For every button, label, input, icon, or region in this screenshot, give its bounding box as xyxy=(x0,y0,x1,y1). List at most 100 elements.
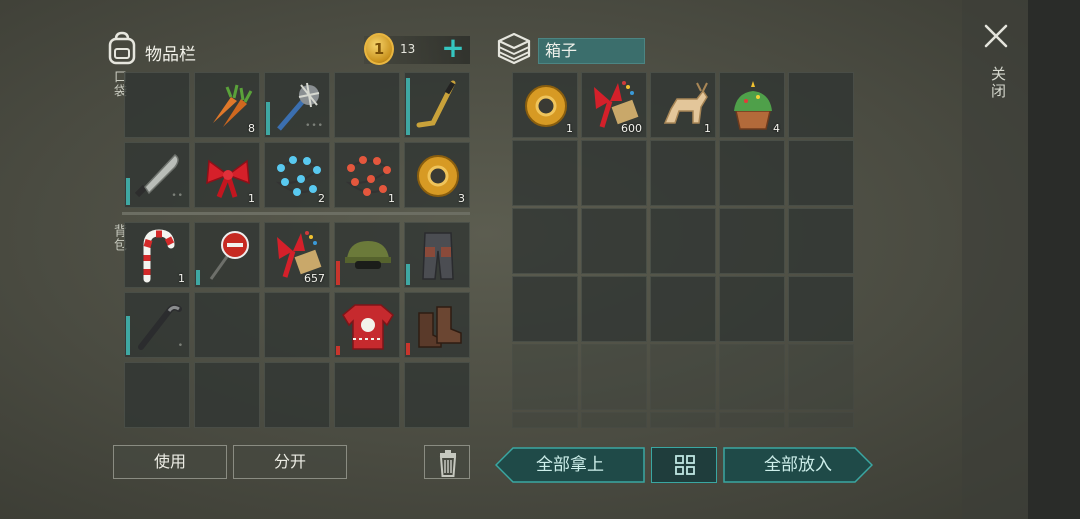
empty-slot[interactable] xyxy=(719,276,785,342)
empty-slot[interactable] xyxy=(512,208,578,274)
durability-bar xyxy=(336,261,340,285)
boots-icon xyxy=(418,306,462,348)
empty-slot[interactable] xyxy=(581,344,647,410)
slot-quantity: 1 xyxy=(178,272,185,285)
empty-slot[interactable] xyxy=(719,412,785,428)
empty-slot[interactable] xyxy=(788,208,854,274)
split-button[interactable]: 分开 xyxy=(233,445,347,479)
empty-slot[interactable] xyxy=(334,362,400,428)
slot-quantity: 657 xyxy=(304,272,325,285)
empty-slot[interactable] xyxy=(788,276,854,342)
slot-machete[interactable]: •• xyxy=(124,142,190,208)
empty-slot[interactable] xyxy=(788,412,854,428)
screen-edge xyxy=(1028,0,1080,519)
durability-bar xyxy=(126,178,130,205)
empty-slot[interactable] xyxy=(194,362,260,428)
empty-slot[interactable] xyxy=(512,412,578,428)
durability-bar xyxy=(406,343,410,355)
empty-slot[interactable] xyxy=(581,208,647,274)
slot-indicator-dots: • xyxy=(177,341,184,351)
red-bow-icon xyxy=(206,159,250,198)
slot-stop-sign[interactable] xyxy=(194,222,260,288)
storage-box-icon xyxy=(497,32,531,65)
slot-quantity: 1 xyxy=(248,192,255,205)
empty-slot[interactable] xyxy=(581,140,647,206)
slot-quantity: 600 xyxy=(621,122,642,135)
slot-christmas-sweater[interactable] xyxy=(334,292,400,358)
empty-slot[interactable] xyxy=(124,362,190,428)
empty-slot[interactable] xyxy=(264,292,330,358)
slot-quantity: 3 xyxy=(458,192,465,205)
slot-hockey-stick[interactable] xyxy=(404,72,470,138)
slot-blue-lights[interactable]: 2 xyxy=(264,142,330,208)
take-all-label: 全部拿上 xyxy=(536,455,604,475)
durability-bar xyxy=(336,346,340,355)
backpack-icon xyxy=(108,31,136,65)
empty-slot[interactable] xyxy=(194,292,260,358)
armored-pants-icon xyxy=(422,232,454,280)
slot-quantity: 4 xyxy=(773,122,780,135)
coin-count: 13 xyxy=(400,42,416,56)
slot-quantity: 8 xyxy=(248,122,255,135)
wooden-reindeer-icon xyxy=(663,82,708,124)
coin-icon: 1 xyxy=(364,33,394,65)
empty-slot[interactable] xyxy=(650,412,716,428)
sort-button[interactable] xyxy=(651,447,717,483)
take-all-button[interactable]: 全部拿上 xyxy=(495,447,645,483)
tape-icon xyxy=(525,85,567,127)
slot-tape[interactable]: 1 xyxy=(512,72,578,138)
red-lights-icon xyxy=(345,156,391,196)
close-icon[interactable] xyxy=(982,22,1010,50)
put-all-button[interactable]: 全部放入 xyxy=(723,447,873,483)
slot-military-cap[interactable] xyxy=(334,222,400,288)
durability-bar xyxy=(126,316,130,355)
empty-slot[interactable] xyxy=(788,344,854,410)
empty-slot[interactable] xyxy=(124,72,190,138)
slot-armored-pants[interactable] xyxy=(404,222,470,288)
put-all-label: 全部放入 xyxy=(764,455,832,475)
empty-slot[interactable] xyxy=(334,72,400,138)
empty-slot[interactable] xyxy=(512,140,578,206)
slot-gift-ribbon[interactable]: 600 xyxy=(581,72,647,138)
empty-slot[interactable] xyxy=(650,276,716,342)
close-label[interactable]: 关闭 xyxy=(988,66,1009,100)
empty-slot[interactable] xyxy=(719,140,785,206)
grid-icon xyxy=(675,455,695,475)
empty-slot[interactable] xyxy=(264,362,330,428)
empty-slot[interactable] xyxy=(719,344,785,410)
delete-button[interactable] xyxy=(424,445,470,479)
empty-slot[interactable] xyxy=(719,208,785,274)
empty-slot[interactable] xyxy=(788,72,854,138)
slot-indicator-dots: •• xyxy=(171,191,184,201)
empty-slot[interactable] xyxy=(650,344,716,410)
empty-slot[interactable] xyxy=(581,412,647,428)
empty-slot[interactable] xyxy=(512,344,578,410)
slot-boots[interactable] xyxy=(404,292,470,358)
empty-slot[interactable] xyxy=(512,276,578,342)
slot-christmas-cupcake[interactable]: 4 xyxy=(719,72,785,138)
empty-slot[interactable] xyxy=(581,276,647,342)
slot-crowbar[interactable]: • xyxy=(124,292,190,358)
trash-icon xyxy=(439,450,457,477)
slot-wooden-reindeer[interactable]: 1 xyxy=(650,72,716,138)
slot-tape[interactable]: 3 xyxy=(404,142,470,208)
slot-red-lights[interactable]: 1 xyxy=(334,142,400,208)
slot-spiked-club[interactable]: ••• xyxy=(264,72,330,138)
slot-red-bow[interactable]: 1 xyxy=(194,142,260,208)
slot-carrots[interactable]: 8 xyxy=(194,72,260,138)
candy-cane-icon xyxy=(143,229,175,283)
slot-gift-ribbon[interactable]: 657 xyxy=(264,222,330,288)
box-name-field[interactable]: 箱子 xyxy=(538,38,645,64)
empty-slot[interactable] xyxy=(650,140,716,206)
empty-slot[interactable] xyxy=(788,140,854,206)
durability-bar xyxy=(406,78,410,135)
empty-slot[interactable] xyxy=(404,362,470,428)
use-button[interactable]: 使用 xyxy=(113,445,227,479)
add-coins-button[interactable]: + xyxy=(440,33,466,63)
empty-slot[interactable] xyxy=(650,208,716,274)
section-divider xyxy=(122,212,470,215)
durability-bar xyxy=(196,270,200,285)
stop-sign-icon xyxy=(209,231,249,280)
slot-quantity: 2 xyxy=(318,192,325,205)
slot-candy-cane[interactable]: 1 xyxy=(124,222,190,288)
